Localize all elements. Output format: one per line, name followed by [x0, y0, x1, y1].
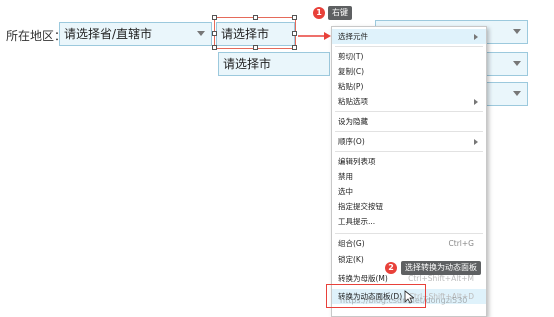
- menu-item-label: 剪切(T): [338, 52, 364, 61]
- region-label: 所在地区：: [6, 29, 67, 43]
- menu-item-select-element[interactable]: 选择元件: [332, 29, 486, 44]
- menu-item-assign-submit[interactable]: 指定提交按钮: [332, 199, 486, 214]
- menu-item-cut[interactable]: 剪切(T): [332, 49, 486, 64]
- menu-item-label: 转换为母版(M): [338, 274, 388, 283]
- menu-item-edit-list-items[interactable]: 编辑列表项: [332, 154, 486, 169]
- menu-item-disable[interactable]: 禁用: [332, 169, 486, 184]
- menu-item-label: 选中: [338, 187, 353, 196]
- menu-item-label: 工具提示...: [338, 217, 376, 226]
- watermark: https://blog.csdn.net/dongzi530: [340, 296, 468, 305]
- menu-separator: [335, 151, 483, 152]
- menu-item-label: 复制(C): [338, 67, 365, 76]
- resize-handle[interactable]: [212, 15, 217, 20]
- menu-separator: [335, 233, 483, 234]
- resize-handle[interactable]: [212, 31, 217, 36]
- step-2-tooltip: 选择转换为动态面板: [401, 261, 481, 275]
- chevron-down-icon: [513, 29, 521, 34]
- resize-handle[interactable]: [253, 15, 258, 20]
- menu-item-label: 组合(G): [338, 239, 365, 248]
- resize-handle[interactable]: [292, 15, 297, 20]
- menu-item-paste[interactable]: 粘贴(P): [332, 79, 486, 94]
- menu-item-set-hidden[interactable]: 设为隐藏: [332, 114, 486, 129]
- menu-separator: [335, 111, 483, 112]
- menu-item-label: 选择元件: [338, 32, 368, 41]
- menu-item-label: 粘贴选项: [338, 97, 368, 106]
- resize-handle[interactable]: [212, 45, 217, 50]
- province-select[interactable]: 请选择省/直辖市: [59, 22, 212, 46]
- step-1-tooltip: 右键: [328, 6, 352, 20]
- chevron-down-icon: [513, 91, 521, 96]
- menu-item-label: 设为隐藏: [338, 117, 368, 126]
- province-select-value: 请选择省/直辖市: [64, 27, 153, 41]
- menu-item-label: 指定提交按钮: [338, 202, 383, 211]
- city-select-2-value: 请选择市: [223, 57, 272, 71]
- step-1-badge: 1: [313, 7, 325, 19]
- menu-item-order[interactable]: 顺序(O): [332, 134, 486, 149]
- menu-item-tooltip[interactable]: 工具提示...: [332, 214, 486, 229]
- submenu-arrow-icon: [474, 139, 478, 145]
- menu-separator: [335, 46, 483, 47]
- submenu-arrow-icon: [474, 99, 478, 105]
- menu-item-label: 锁定(K): [338, 255, 364, 264]
- chevron-down-icon: [513, 61, 521, 66]
- step-2-badge: 2: [385, 262, 397, 274]
- menu-item-selected[interactable]: 选中: [332, 184, 486, 199]
- submenu-arrow-icon: [474, 34, 478, 40]
- arrow-right-icon: [298, 32, 331, 40]
- chevron-down-icon: [197, 31, 205, 36]
- menu-item-paste-options[interactable]: 粘贴选项: [332, 94, 486, 109]
- menu-item-copy[interactable]: 复制(C): [332, 64, 486, 79]
- resize-handle[interactable]: [253, 45, 258, 50]
- menu-item-label: 顺序(O): [338, 137, 365, 146]
- resize-handle[interactable]: [292, 45, 297, 50]
- menu-item-shortcut: Ctrl+G: [448, 239, 474, 248]
- menu-item-label: 粘贴(P): [338, 82, 364, 91]
- menu-item-group[interactable]: 组合(G) Ctrl+G: [332, 236, 486, 251]
- menu-item-label: 编辑列表项: [338, 157, 376, 166]
- menu-item-label: 禁用: [338, 172, 353, 181]
- city-select-2[interactable]: 请选择市: [218, 52, 330, 76]
- menu-separator: [335, 131, 483, 132]
